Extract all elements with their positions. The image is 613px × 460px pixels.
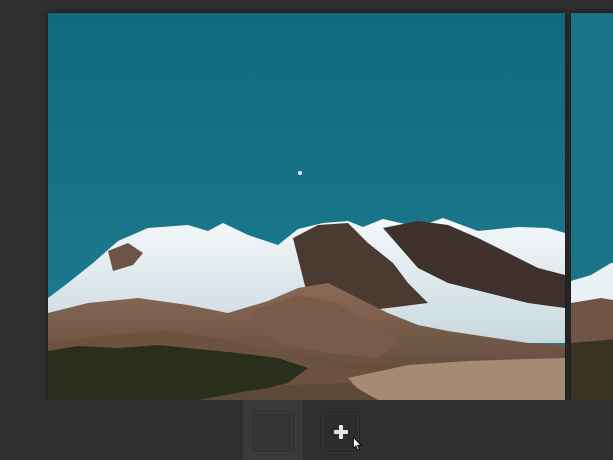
bottom-toolbar [0,400,613,460]
slideshow-stage [0,0,613,460]
mouse-cursor-icon [353,437,362,451]
next-mountain-photo [571,13,613,400]
next-slide-image[interactable] [571,13,613,400]
moon-icon [298,171,302,175]
slide-thumbnail[interactable] [253,411,294,451]
plus-icon [333,424,348,439]
current-slide-image[interactable] [48,13,565,400]
mountain-photo [48,13,565,400]
